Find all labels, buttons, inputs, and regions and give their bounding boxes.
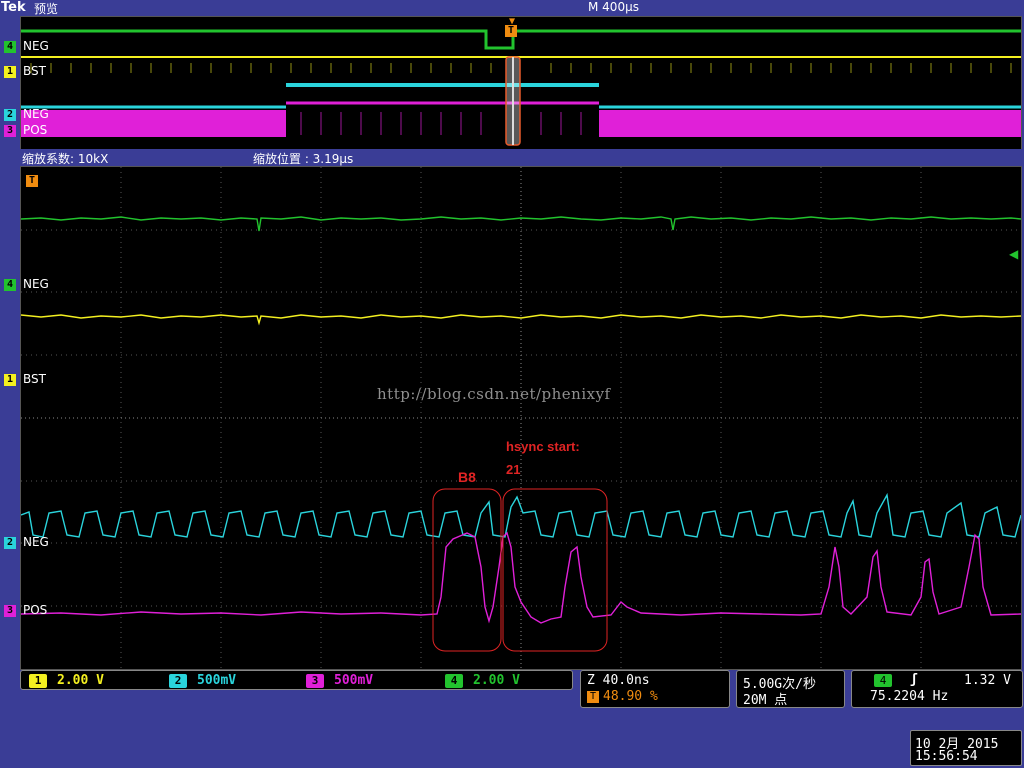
overview-ch2-label: NEG [23,107,49,121]
annotation-box-hsync [502,488,608,652]
title-bar: Tek 预览 M 400μs [0,0,1024,16]
overview-ch1-ticks [30,63,1012,73]
trigger-level-arrow[interactable]: ◀ [1009,247,1018,261]
ch3-scale-num: 3 [306,674,324,688]
trigger-level: 1.32 V [964,673,1011,688]
ch2-scale[interactable]: 2 500mV [169,673,236,688]
record-length: 20M 点 [743,693,788,708]
overview-ch3-ticks [300,112,582,135]
overview-ch2-tag[interactable]: 2 [4,109,16,121]
ch3-scale-value: 500mV [334,673,374,688]
ch4-scale-value: 2.00 V [473,673,520,688]
trigger-frequency: 75.2204 Hz [870,689,949,704]
trigger-marker[interactable]: T [26,175,38,187]
graticule [20,167,1022,669]
ch4-scale-num: 4 [445,674,463,688]
overview-display[interactable]: T ▼ [20,16,1022,150]
ch4-tag[interactable]: 4 [4,279,16,291]
zoom-info-bar: 缩放系数: 10kX 缩放位置 : 3.19μs [0,149,1024,167]
trigger-channel: 4 [874,674,892,687]
channel-scale-bar: 1 2.00 V 2 500mV 3 500mV 4 2.00 V [20,670,573,690]
watermark: http://blog.csdn.net/phenixyf [377,385,611,403]
time: 15:56:54 [915,749,978,764]
zoom-time: Z 40.0ns [587,673,650,688]
overview-ch3-label: POS [23,123,48,137]
ch1-label: BST [23,372,46,386]
timebase-readout[interactable]: M 400μs [588,0,639,14]
acquisition-readout[interactable]: 5.00G次/秒 20M 点 [736,670,845,708]
graticule-center [21,167,1021,669]
trigger-slope-icon: ʃ [910,672,918,687]
zoom-factor[interactable]: 缩放系数: 10kX [22,150,108,167]
annotation-b8: B8 [458,469,476,485]
overview-ch4-tag[interactable]: 4 [4,41,16,53]
date-time: 10 2月 2015 15:56:54 [910,730,1022,766]
overview-trace-ch3-right [599,110,1021,137]
ch2-tag[interactable]: 2 [4,537,16,549]
ch2-scale-value: 500mV [197,673,237,688]
annotation-hsync-value: 21 [506,462,521,477]
overview-trigger-arrow: ▼ [508,16,516,27]
trigger-readout[interactable]: 4 ʃ 1.32 V 75.2204 Hz [851,670,1023,708]
ch2-scale-num: 2 [169,674,187,688]
oscilloscope-screen: Tek 预览 M 400μs T ▼ 4 NEG 1 BST 2 NEG 3 P… [0,0,1024,768]
ch3-scale[interactable]: 3 500mV [306,673,373,688]
ch3-label: POS [23,603,48,617]
ch2-label: NEG [23,535,49,549]
zoom-display[interactable]: T ◀ [20,166,1022,670]
overview-ch1-tag[interactable]: 1 [4,66,16,78]
overview-ch3-tag[interactable]: 3 [4,125,16,137]
ch1-scale-value: 2.00 V [57,673,104,688]
overview-ch1-label: BST [23,64,46,78]
ch4-label: NEG [23,277,49,291]
overview-trace-ch3-left [21,110,286,137]
ch1-tag[interactable]: 1 [4,374,16,386]
overview-waveforms [21,29,1021,146]
annotation-hsync: hsync start: [506,439,580,454]
trigger-position-icon: T [587,691,599,703]
ch1-scale[interactable]: 1 2.00 V [29,673,104,688]
trace-ch3 [20,531,1022,624]
ch1-scale-num: 1 [29,674,47,688]
mode-label: 预览 [34,2,59,16]
overview-ch4-label: NEG [23,39,49,53]
brand-logo: Tek [1,0,26,15]
zoom-readout[interactable]: Z 40.0ns T 48.90 % [580,670,730,708]
ch3-tag[interactable]: 3 [4,605,16,617]
trigger-position: 48.90 % [603,689,658,704]
ch4-scale[interactable]: 4 2.00 V [445,673,520,688]
overview-trace-ch4 [21,29,1021,50]
zoom-position[interactable]: 缩放位置 : 3.19μs [253,150,353,167]
